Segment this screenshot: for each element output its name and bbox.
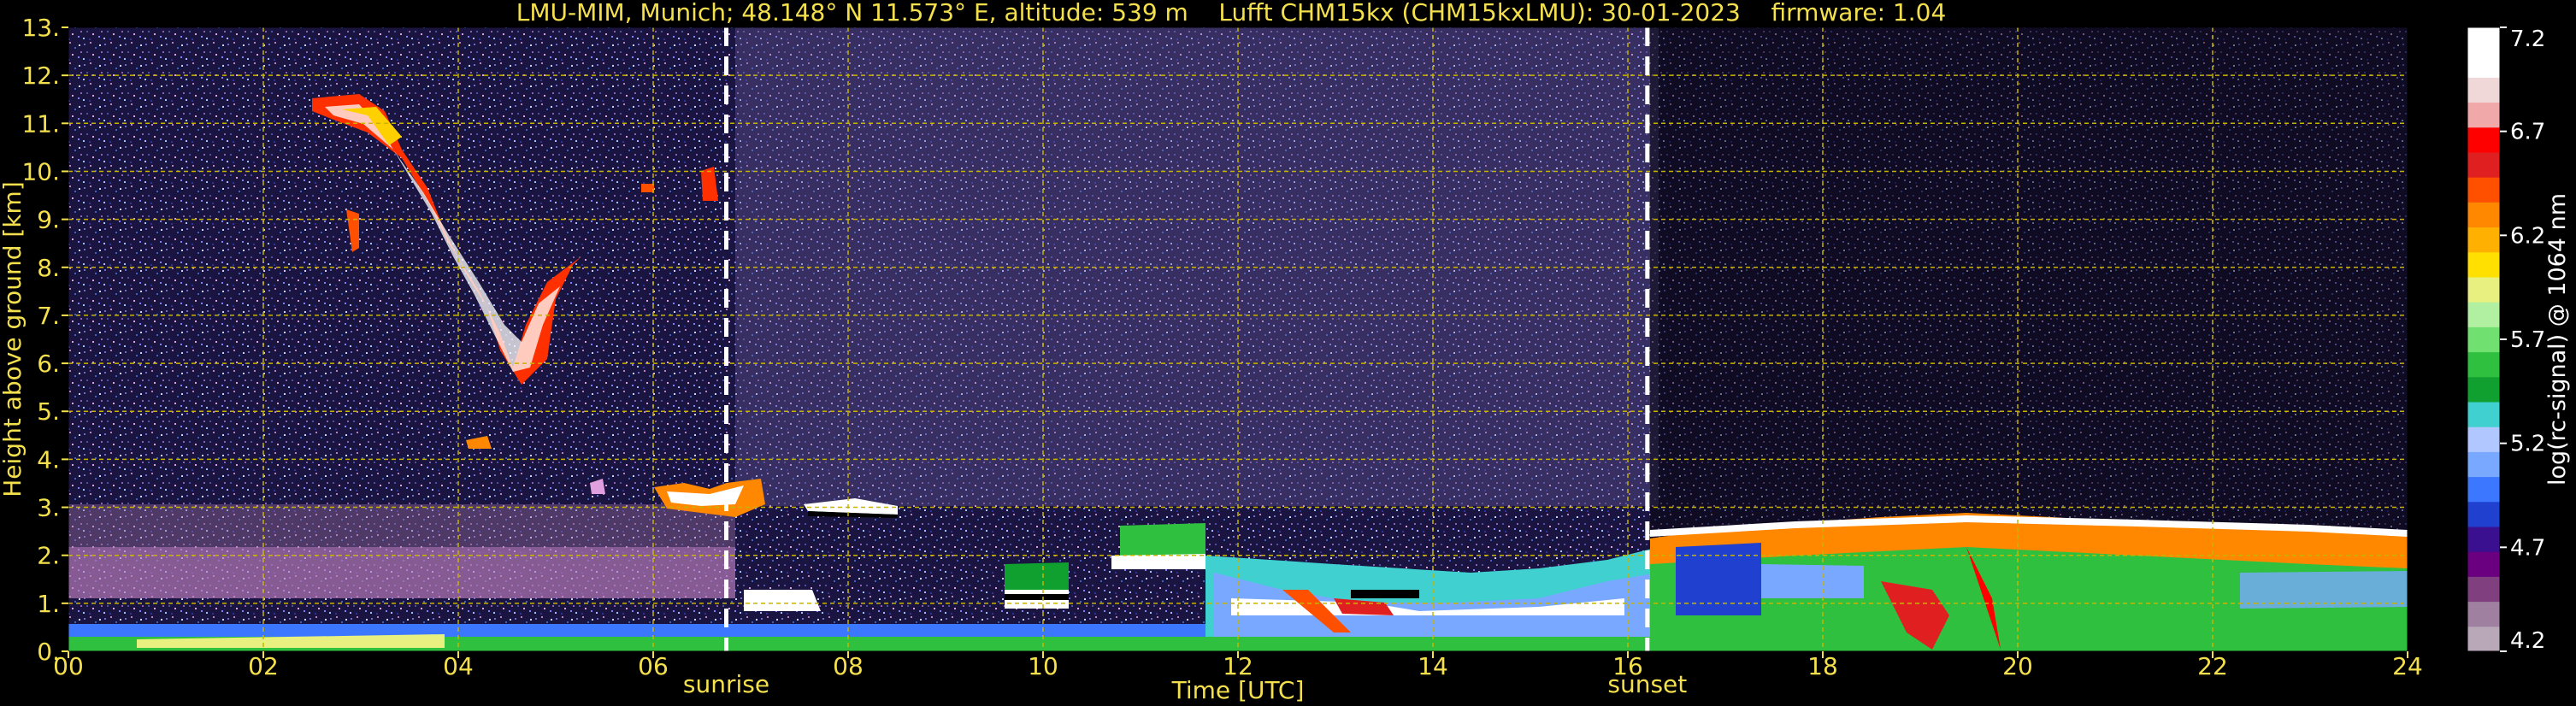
- figure-title: LMU-MIM, Munich; 48.148° N 11.573° E, al…: [516, 0, 1947, 26]
- colorbar-swatch: [2467, 376, 2500, 403]
- x-tick-label: 04: [443, 652, 474, 680]
- y-tick-label: 7.: [37, 302, 60, 330]
- x-tick-label: 10: [1028, 652, 1058, 680]
- x-tick-label: 08: [833, 652, 864, 680]
- residual-layer-upper: [68, 504, 735, 547]
- low-cloud-1100: [1111, 523, 1205, 569]
- colorbar-ticks: 4.2 4.7 5.2 5.7 6.2 6.7 7.2: [2500, 26, 2545, 654]
- x-tick-label: 22: [2197, 652, 2228, 680]
- x-tick-label: 14: [1418, 652, 1448, 680]
- colorbar-swatch: [2467, 302, 2500, 327]
- colorbar-tick-label: 6.7: [2510, 120, 2545, 145]
- x-tick-label: 02: [248, 652, 279, 680]
- low-cloud-1000: [1005, 562, 1069, 609]
- colorbar-tick-label: 7.2: [2510, 26, 2545, 52]
- colorbar-swatch: [2467, 327, 2500, 353]
- colorbar-tick-label: 5.7: [2510, 327, 2545, 353]
- colorbar-tick-label: 6.2: [2510, 223, 2545, 249]
- y-tick-label: 8.: [37, 254, 60, 282]
- y-axis-ticks: 0.1.2.3.4.5.6.7.8.9.10.11.12.13.: [21, 14, 68, 666]
- y-tick-label: 1.: [37, 590, 60, 618]
- y-tick-label: 12.: [21, 62, 60, 90]
- y-tick-label: 13.: [21, 14, 60, 42]
- colorbar-swatch: [2467, 626, 2500, 652]
- colorbar-swatch: [2467, 527, 2500, 552]
- y-tick-label: 9.: [37, 206, 60, 234]
- colorbar-swatch: [2467, 227, 2500, 253]
- x-tick-label: 20: [2002, 652, 2033, 680]
- ceilometer-figure: LMU-MIM, Munich; 48.148° N 11.573° E, al…: [0, 0, 2571, 704]
- boundary-layer-cloud-evening: [1650, 513, 2408, 651]
- colorbar-swatch: [2467, 451, 2500, 478]
- colorbar-swatch: [2467, 476, 2500, 503]
- colorbar-swatch: [2467, 126, 2500, 153]
- y-tick-label: 6.: [37, 350, 60, 378]
- colorbar-swatch: [2467, 77, 2500, 103]
- sunrise-label: sunrise: [683, 670, 769, 698]
- colorbar-swatch: [2467, 177, 2500, 203]
- y-tick-label: 4.: [37, 445, 60, 474]
- sunset-label: sunset: [1607, 670, 1687, 698]
- colorbar-swatch: [2467, 501, 2500, 527]
- colorbar-tick-label: 4.2: [2510, 628, 2545, 654]
- low-cloud-0730: [744, 590, 821, 611]
- colorbar-swatches: [2467, 27, 2500, 652]
- y-tick-label: 2.: [37, 542, 60, 570]
- colorbar-swatch: [2467, 52, 2500, 78]
- x-tick-label: 18: [1807, 652, 1838, 680]
- y-tick-label: 10.: [21, 157, 60, 185]
- colorbar-swatch: [2467, 251, 2500, 278]
- colorbar-tick-label: 4.7: [2510, 535, 2545, 561]
- x-axis-label: Time [UTC]: [1171, 676, 1305, 704]
- x-tick-label: 06: [638, 652, 669, 680]
- y-tick-label: 5.: [37, 397, 60, 426]
- colorbar-swatch: [2467, 27, 2500, 53]
- colorbar-swatch: [2467, 402, 2500, 427]
- colorbar-swatch: [2467, 152, 2500, 178]
- y-tick-label: 11.: [21, 109, 60, 138]
- small-cloud: [641, 184, 654, 192]
- y-axis-label: Height above ground [km]: [0, 181, 27, 497]
- plot-area: [68, 26, 2408, 652]
- colorbar: 4.2 4.7 5.2 5.7 6.2 6.7 7.2 log(rc-signal) @ 1…: [2467, 26, 2571, 654]
- colorbar-swatch: [2467, 427, 2500, 452]
- x-tick-label: 00: [53, 652, 84, 680]
- y-tick-label: 3.: [37, 494, 60, 522]
- colorbar-label: log(rc-signal) @ 1064 nm: [2544, 193, 2571, 485]
- colorbar-swatch: [2467, 351, 2500, 378]
- colorbar-swatch: [2467, 202, 2500, 228]
- colorbar-swatch: [2467, 576, 2500, 603]
- colorbar-swatch: [2467, 277, 2500, 303]
- noise-band: [735, 27, 1659, 506]
- x-tick-label: 24: [2392, 652, 2423, 680]
- colorbar-tick-label: 5.2: [2510, 432, 2545, 457]
- colorbar-swatch: [2467, 601, 2500, 627]
- colorbar-swatch: [2467, 551, 2500, 577]
- night-background: [1650, 27, 2408, 557]
- colorbar-swatch: [2467, 102, 2500, 128]
